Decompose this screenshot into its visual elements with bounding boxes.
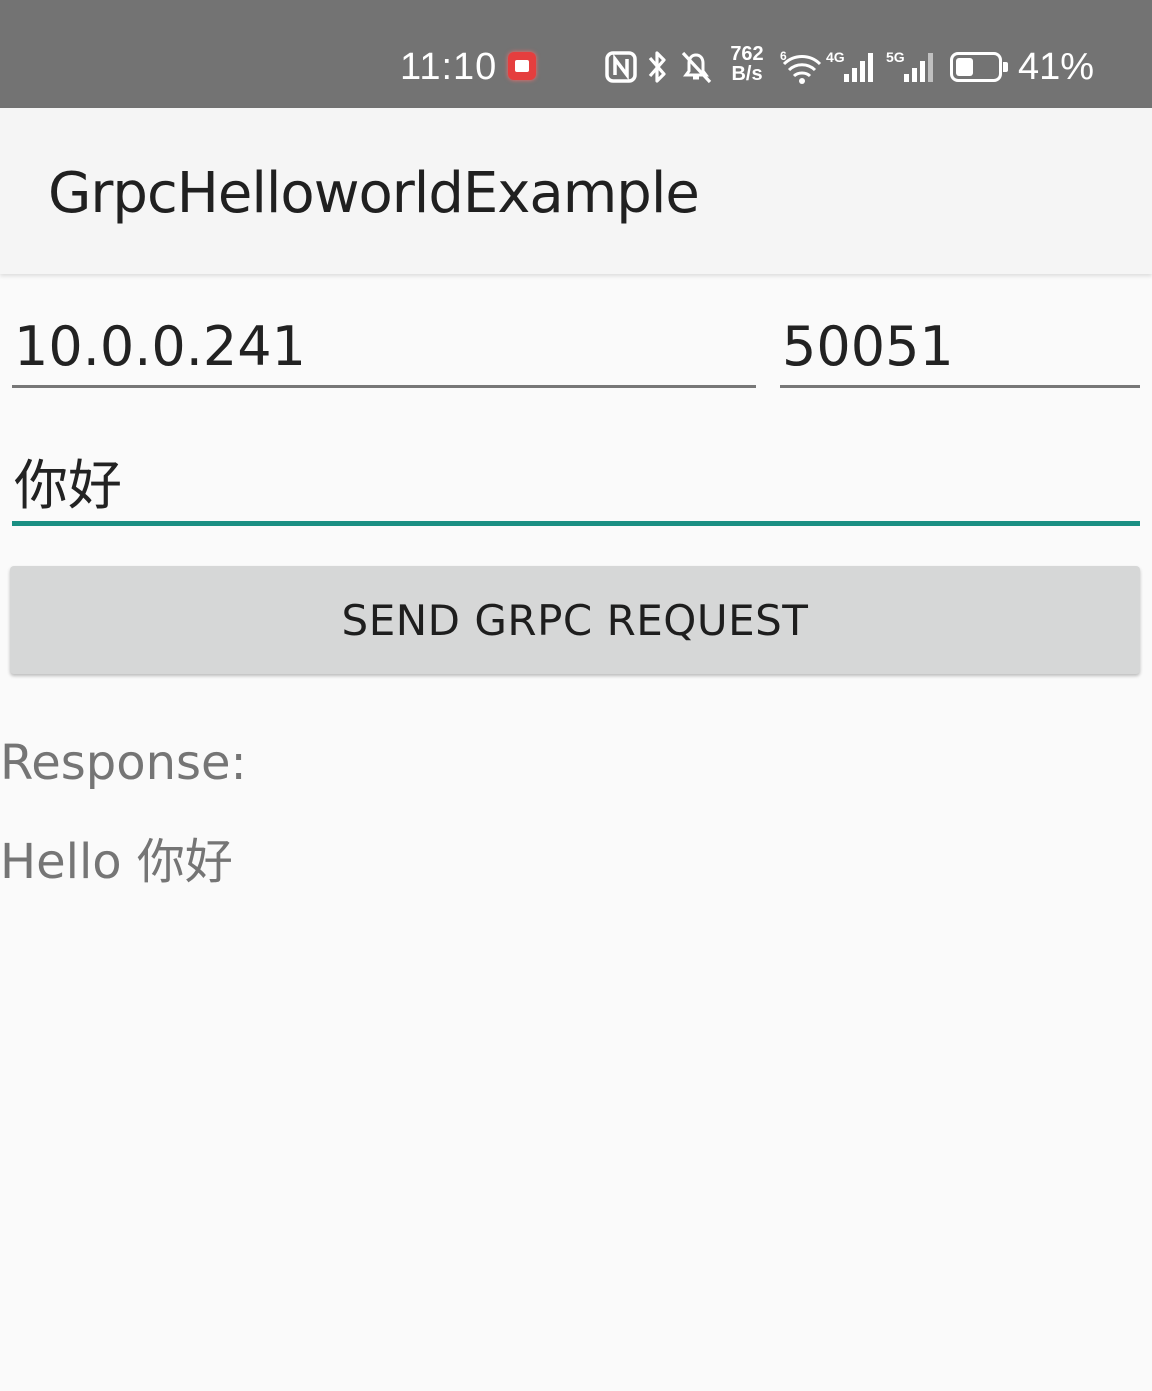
signal-4g-icon: 4G	[826, 49, 873, 82]
response-text: Hello 你好	[0, 834, 233, 890]
port-input[interactable]	[780, 308, 1140, 388]
battery-icon	[950, 52, 1008, 82]
response-label: Response:	[0, 735, 247, 791]
status-time: 11:10	[400, 46, 498, 88]
bell-muted-icon	[681, 51, 712, 84]
bluetooth-icon	[648, 51, 666, 83]
app-bar: GrpcHelloworldExample	[0, 108, 1152, 274]
status-bar: 11:10 762 B/s 6 4G 5G 41%	[0, 0, 1152, 108]
battery-percent: 41%	[1018, 46, 1095, 88]
signal-5g-icon: 5G	[886, 49, 933, 82]
net-speed-value: 762	[730, 43, 764, 65]
nfc-icon	[605, 51, 637, 83]
net-speed-unit: B/s	[731, 63, 763, 85]
app-notification-icon	[508, 52, 536, 80]
send-grpc-request-button[interactable]: SEND GRPC REQUEST	[10, 566, 1140, 674]
net-speed: 762 B/s	[724, 44, 770, 84]
message-input[interactable]	[12, 440, 1140, 526]
app-title: GrpcHelloworldExample	[48, 161, 700, 226]
wifi-icon: 6	[780, 49, 822, 84]
svg-text:4G: 4G	[826, 49, 845, 65]
host-input[interactable]	[12, 308, 756, 388]
svg-text:5G: 5G	[886, 49, 905, 65]
